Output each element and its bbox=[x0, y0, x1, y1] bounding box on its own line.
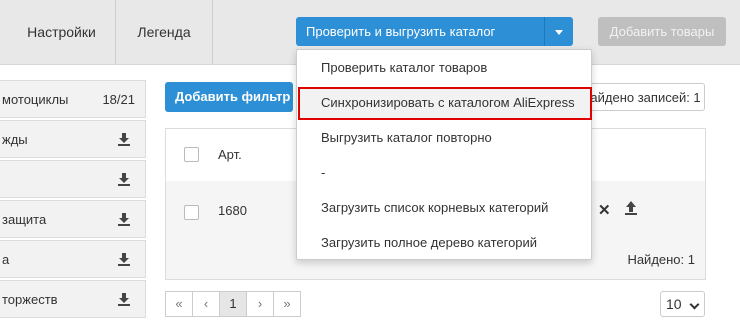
row-art-value: 1680 bbox=[218, 203, 247, 218]
download-icon[interactable] bbox=[117, 212, 131, 226]
sidebar-item-label: защита bbox=[2, 212, 47, 227]
menu-item-sync-aliexpress[interactable]: Синхронизировать с каталогом AliExpress bbox=[321, 95, 575, 110]
chevron-down-icon[interactable] bbox=[544, 17, 573, 46]
check-export-button[interactable]: Проверить и выгрузить каталог товаров bbox=[296, 17, 544, 68]
sidebar-item-label: торжеств bbox=[2, 292, 58, 307]
download-icon[interactable] bbox=[117, 252, 131, 266]
menu-item-reexport[interactable]: Выгрузить каталог повторно bbox=[321, 130, 492, 145]
row-checkbox[interactable] bbox=[184, 205, 199, 220]
tab-legend[interactable]: Легенда bbox=[116, 0, 213, 64]
select-all-checkbox[interactable] bbox=[184, 147, 199, 162]
add-filter-button[interactable]: Добавить фильтр bbox=[165, 82, 293, 112]
found-footer: Найдено: 1 bbox=[627, 252, 695, 267]
sidebar-item[interactable] bbox=[0, 160, 146, 198]
first-page-button[interactable]: « bbox=[165, 291, 193, 317]
download-icon[interactable] bbox=[117, 172, 131, 186]
sidebar-item[interactable]: жды bbox=[0, 120, 146, 158]
download-icon[interactable] bbox=[117, 132, 131, 146]
menu-item-load-root-categories[interactable]: Загрузить список корневых категорий bbox=[321, 200, 548, 215]
menu-item-check-catalog[interactable]: Проверить каталог товаров bbox=[321, 60, 487, 75]
upload-icon[interactable] bbox=[624, 200, 638, 216]
prev-page-button[interactable]: ‹ bbox=[192, 291, 220, 317]
sidebar-item-label: жды bbox=[2, 132, 28, 147]
page-size-select[interactable]: 10 bbox=[660, 291, 705, 317]
sidebar-item[interactable]: мотоциклы 18/21 bbox=[0, 80, 146, 118]
download-icon[interactable] bbox=[117, 292, 131, 306]
page-button[interactable]: 1 bbox=[219, 291, 247, 317]
sidebar-item[interactable]: а bbox=[0, 240, 146, 278]
pagination: « ‹ 1 › » bbox=[165, 291, 301, 317]
found-records-count: Найдено записей: 1 bbox=[580, 83, 705, 111]
menu-item-load-category-tree[interactable]: Загрузить полное дерево категорий bbox=[321, 235, 537, 250]
sidebar-item-count: 18/21 bbox=[102, 92, 135, 107]
tab-settings[interactable]: Настройки bbox=[0, 0, 116, 64]
sidebar-item[interactable]: защита bbox=[0, 200, 146, 238]
menu-item-separator[interactable]: - bbox=[321, 165, 325, 180]
add-goods-button[interactable]: Добавить товары bbox=[598, 17, 726, 46]
sidebar-item-label: а bbox=[2, 252, 10, 267]
sidebar-item[interactable]: торжеств bbox=[0, 280, 146, 318]
sidebar-item-label: мотоциклы bbox=[2, 92, 69, 107]
next-page-button[interactable]: › bbox=[246, 291, 274, 317]
check-export-split-button: Проверить и выгрузить каталог товаров bbox=[296, 17, 573, 68]
catalog-dropdown-menu: Проверить каталог товаров Синхронизирова… bbox=[296, 49, 592, 260]
delete-icon[interactable]: ✕ bbox=[598, 201, 611, 219]
column-header-art: Арт. bbox=[218, 147, 242, 162]
last-page-button[interactable]: » bbox=[273, 291, 301, 317]
category-sidebar: мотоциклы 18/21 жды защита а торжеств bbox=[0, 80, 146, 320]
